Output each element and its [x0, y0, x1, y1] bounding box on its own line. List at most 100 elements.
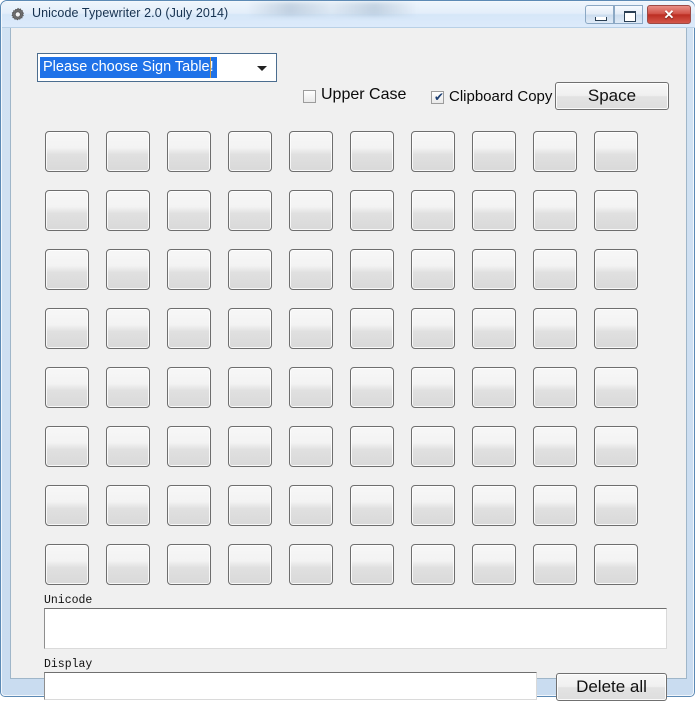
display-input[interactable] — [44, 672, 537, 700]
sign-button[interactable] — [411, 308, 455, 349]
maximize-icon — [624, 11, 636, 22]
sign-button[interactable] — [411, 249, 455, 290]
sign-button[interactable] — [289, 544, 333, 585]
unicode-textarea-value — [48, 611, 663, 646]
sign-table-combobox[interactable]: Please choose Sign Table! — [37, 53, 277, 82]
sign-button[interactable] — [594, 485, 638, 526]
sign-button[interactable] — [472, 249, 516, 290]
sign-button[interactable] — [411, 131, 455, 172]
title-bar[interactable]: Unicode Typewriter 2.0 (July 2014) ✕ — [2, 2, 695, 28]
sign-button[interactable] — [350, 426, 394, 467]
sign-button[interactable] — [45, 190, 89, 231]
sign-table-selected-value: Please choose Sign Table! — [40, 57, 217, 78]
sign-button[interactable] — [45, 485, 89, 526]
sign-button[interactable] — [350, 485, 394, 526]
sign-button[interactable] — [106, 131, 150, 172]
sign-button[interactable] — [228, 190, 272, 231]
sign-button[interactable] — [594, 249, 638, 290]
sign-button[interactable] — [106, 249, 150, 290]
sign-button[interactable] — [228, 544, 272, 585]
text-caret — [210, 57, 211, 78]
sign-button[interactable] — [594, 426, 638, 467]
sign-button[interactable] — [106, 190, 150, 231]
sign-button[interactable] — [106, 426, 150, 467]
sign-button[interactable] — [45, 367, 89, 408]
unicode-textarea[interactable] — [44, 608, 667, 649]
sign-button[interactable] — [350, 544, 394, 585]
sign-button[interactable] — [350, 249, 394, 290]
sign-button[interactable] — [533, 308, 577, 349]
sign-button[interactable] — [228, 249, 272, 290]
sign-button[interactable] — [289, 426, 333, 467]
sign-button[interactable] — [289, 249, 333, 290]
sign-button[interactable] — [45, 249, 89, 290]
sign-button[interactable] — [45, 426, 89, 467]
sign-button[interactable] — [167, 308, 211, 349]
sign-button[interactable] — [289, 190, 333, 231]
sign-button[interactable] — [167, 190, 211, 231]
sign-button[interactable] — [533, 426, 577, 467]
maximize-button[interactable] — [614, 5, 643, 24]
sign-button[interactable] — [472, 367, 516, 408]
sign-table-dropdown-button[interactable] — [249, 55, 275, 80]
checkbox-box-unchecked — [303, 90, 316, 103]
sign-button[interactable] — [594, 544, 638, 585]
sign-button[interactable] — [167, 249, 211, 290]
sign-button[interactable] — [45, 308, 89, 349]
sign-button[interactable] — [167, 131, 211, 172]
sign-button[interactable] — [533, 485, 577, 526]
checkmark-icon: ✔ — [434, 90, 445, 104]
sign-button[interactable] — [289, 308, 333, 349]
sign-button[interactable] — [411, 367, 455, 408]
sign-button[interactable] — [167, 367, 211, 408]
sign-button[interactable] — [228, 485, 272, 526]
sign-button[interactable] — [533, 544, 577, 585]
sign-button[interactable] — [106, 485, 150, 526]
sign-button[interactable] — [350, 190, 394, 231]
sign-button[interactable] — [472, 544, 516, 585]
sign-button[interactable] — [594, 131, 638, 172]
sign-button[interactable] — [411, 190, 455, 231]
unicode-field-label: Unicode — [44, 594, 93, 607]
space-button[interactable]: Space — [555, 82, 669, 110]
sign-button[interactable] — [167, 426, 211, 467]
sign-button[interactable] — [228, 426, 272, 467]
sign-button[interactable] — [45, 131, 89, 172]
sign-button[interactable] — [289, 367, 333, 408]
sign-button[interactable] — [594, 308, 638, 349]
sign-button[interactable] — [594, 190, 638, 231]
sign-button[interactable] — [350, 131, 394, 172]
sign-button[interactable] — [472, 485, 516, 526]
sign-button[interactable] — [472, 426, 516, 467]
sign-button[interactable] — [533, 367, 577, 408]
gear-icon — [10, 7, 26, 23]
sign-button[interactable] — [472, 190, 516, 231]
sign-button[interactable] — [533, 190, 577, 231]
close-button[interactable]: ✕ — [647, 5, 691, 24]
sign-button[interactable] — [167, 544, 211, 585]
sign-button[interactable] — [350, 367, 394, 408]
minimize-button[interactable] — [585, 5, 614, 24]
sign-button[interactable] — [594, 367, 638, 408]
sign-button[interactable] — [228, 308, 272, 349]
sign-button[interactable] — [411, 426, 455, 467]
sign-button[interactable] — [350, 308, 394, 349]
sign-button[interactable] — [472, 308, 516, 349]
sign-button[interactable] — [106, 367, 150, 408]
sign-button[interactable] — [45, 544, 89, 585]
sign-button[interactable] — [289, 485, 333, 526]
sign-button[interactable] — [533, 131, 577, 172]
window-title: Unicode Typewriter 2.0 (July 2014) — [32, 6, 229, 20]
sign-button[interactable] — [472, 131, 516, 172]
minimize-icon — [595, 17, 607, 21]
sign-button[interactable] — [228, 131, 272, 172]
sign-button[interactable] — [411, 544, 455, 585]
sign-button[interactable] — [106, 544, 150, 585]
clipboard-copy-label: Clipboard Copy — [449, 88, 553, 105]
sign-button[interactable] — [411, 485, 455, 526]
sign-button[interactable] — [106, 308, 150, 349]
sign-button[interactable] — [167, 485, 211, 526]
sign-button[interactable] — [228, 367, 272, 408]
sign-button[interactable] — [533, 249, 577, 290]
sign-button[interactable] — [289, 131, 333, 172]
